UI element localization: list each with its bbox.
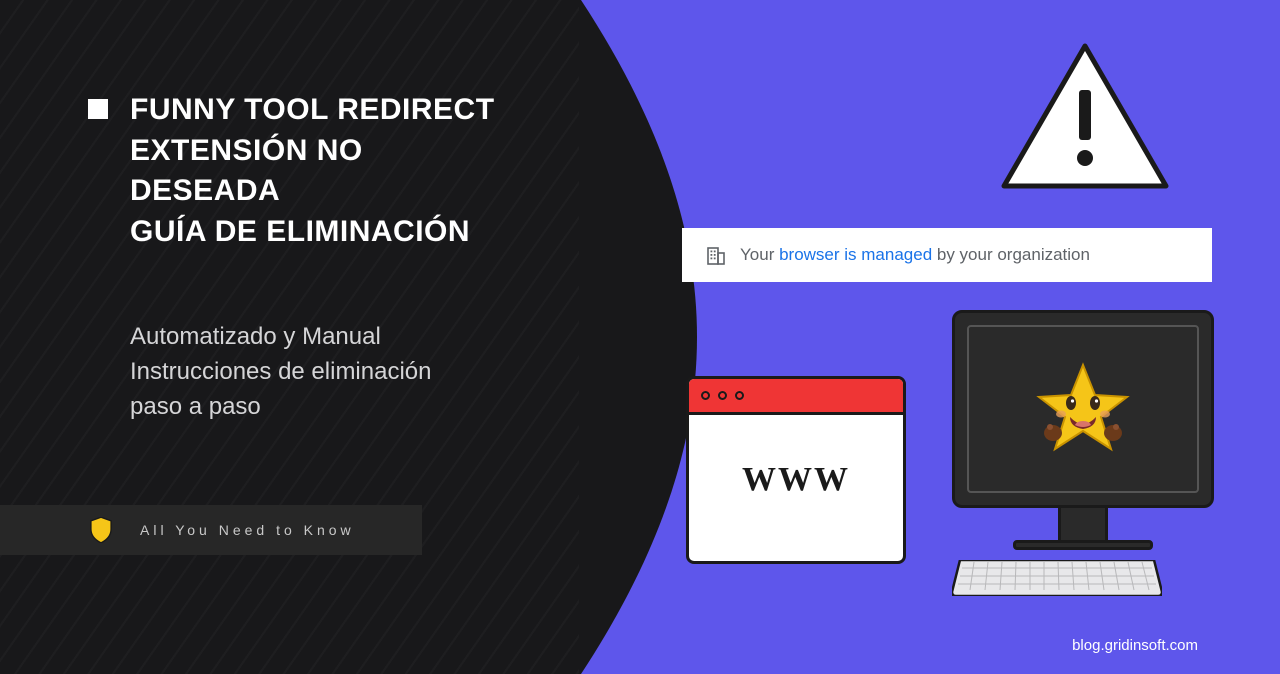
banner-container: FUNNY TOOL REDIRECT EXTENSIÓN NO DESEADA…: [0, 0, 1280, 674]
title-line-2: EXTENSIÓN NO DESEADA: [130, 131, 520, 212]
left-content: FUNNY TOOL REDIRECT EXTENSIÓN NO DESEADA…: [0, 0, 580, 424]
org-prefix: Your: [740, 245, 779, 264]
subtitle-line-3: paso a paso: [130, 390, 520, 425]
computer-illustration: [952, 310, 1214, 598]
title-line-3: GUÍA DE ELIMINACIÓN: [130, 212, 520, 253]
keyboard-icon: [952, 560, 1162, 596]
warning-triangle-icon: [1000, 42, 1170, 192]
subtitle-line-2: Instrucciones de eliminación: [130, 355, 520, 390]
badge-text: All You Need to Know: [140, 522, 355, 538]
monitor-base: [1013, 540, 1153, 550]
org-suffix: by your organization: [932, 245, 1090, 264]
browser-window: WWW: [686, 376, 906, 564]
monitor-stand: [1058, 508, 1108, 540]
monitor: [952, 310, 1214, 508]
organization-notice-bar: Your browser is managed by your organiza…: [682, 228, 1212, 282]
badge-bar: All You Need to Know: [0, 505, 422, 555]
www-label: WWW: [689, 461, 903, 499]
org-link[interactable]: browser is managed: [779, 245, 932, 264]
main-title: FUNNY TOOL REDIRECT EXTENSIÓN NO DESEADA…: [130, 90, 520, 252]
window-dot-icon: [735, 391, 744, 400]
right-panel: Your browser is managed by your organiza…: [580, 0, 1280, 674]
site-url: blog.gridinsoft.com: [1072, 637, 1198, 654]
star-face-icon: [1033, 359, 1133, 459]
browser-titlebar: [689, 379, 903, 415]
shield-icon: [90, 517, 112, 543]
title-line-1: FUNNY TOOL REDIRECT: [130, 90, 520, 131]
monitor-screen: [967, 325, 1199, 493]
window-dot-icon: [718, 391, 727, 400]
curve-divider: [579, 0, 699, 674]
left-panel: FUNNY TOOL REDIRECT EXTENSIÓN NO DESEADA…: [0, 0, 580, 674]
window-dot-icon: [701, 391, 710, 400]
building-icon: [706, 245, 726, 265]
bullet-square-icon: [88, 99, 108, 119]
title-block: FUNNY TOOL REDIRECT EXTENSIÓN NO DESEADA…: [88, 90, 520, 252]
subtitle: Automatizado y Manual Instrucciones de e…: [88, 320, 520, 424]
subtitle-line-1: Automatizado y Manual: [130, 320, 520, 355]
organization-notice-text: Your browser is managed by your organiza…: [740, 245, 1090, 265]
